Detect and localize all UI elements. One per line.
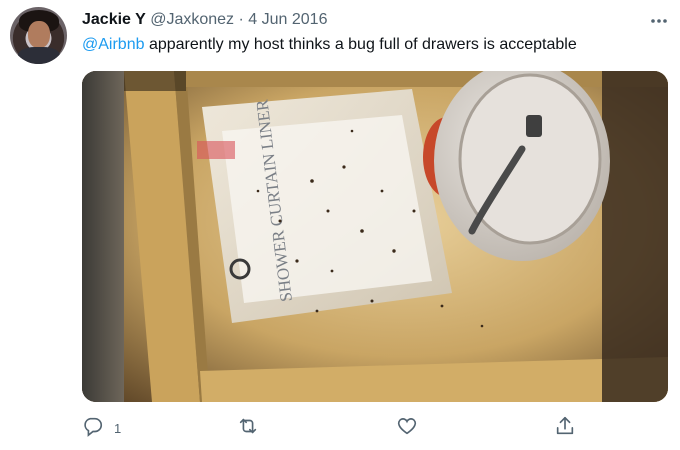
heart-icon bbox=[396, 415, 418, 442]
tweet-date[interactable]: 4 Jun 2016 bbox=[248, 11, 327, 28]
avatar-face bbox=[28, 21, 50, 48]
tweet-card[interactable]: Jackie Y @Jaxkonez · 4 Jun 2016 @Airbnb … bbox=[0, 0, 680, 450]
tweet-photo[interactable]: SHOWER CURTAIN LINER bbox=[82, 71, 668, 402]
mention-link[interactable]: @Airbnb bbox=[82, 36, 145, 53]
author-name[interactable]: Jackie Y bbox=[82, 11, 146, 28]
action-bar: 1 bbox=[82, 413, 582, 443]
tweet-header: Jackie Y @Jaxkonez · 4 Jun 2016 bbox=[82, 10, 327, 30]
tweet-body: apparently my host thinks a bug full of … bbox=[144, 36, 577, 53]
meta-separator: · bbox=[238, 11, 244, 28]
author-handle[interactable]: @Jaxkonez bbox=[150, 11, 234, 28]
reply-icon bbox=[82, 415, 104, 442]
tweet-text: @Airbnb apparently my host thinks a bug … bbox=[82, 35, 667, 55]
more-dots bbox=[651, 19, 667, 23]
like-button[interactable] bbox=[396, 413, 418, 443]
avatar-shirt bbox=[18, 47, 60, 64]
reply-count: 1 bbox=[114, 420, 122, 436]
retweet-icon bbox=[237, 415, 259, 442]
drawer-photo: SHOWER CURTAIN LINER bbox=[82, 71, 668, 402]
avatar[interactable] bbox=[10, 7, 67, 64]
reply-button[interactable]: 1 bbox=[82, 413, 121, 443]
retweet-button[interactable] bbox=[237, 413, 259, 443]
share-button[interactable] bbox=[554, 413, 576, 443]
ellipsis-icon[interactable] bbox=[645, 8, 673, 30]
share-icon bbox=[554, 415, 576, 442]
